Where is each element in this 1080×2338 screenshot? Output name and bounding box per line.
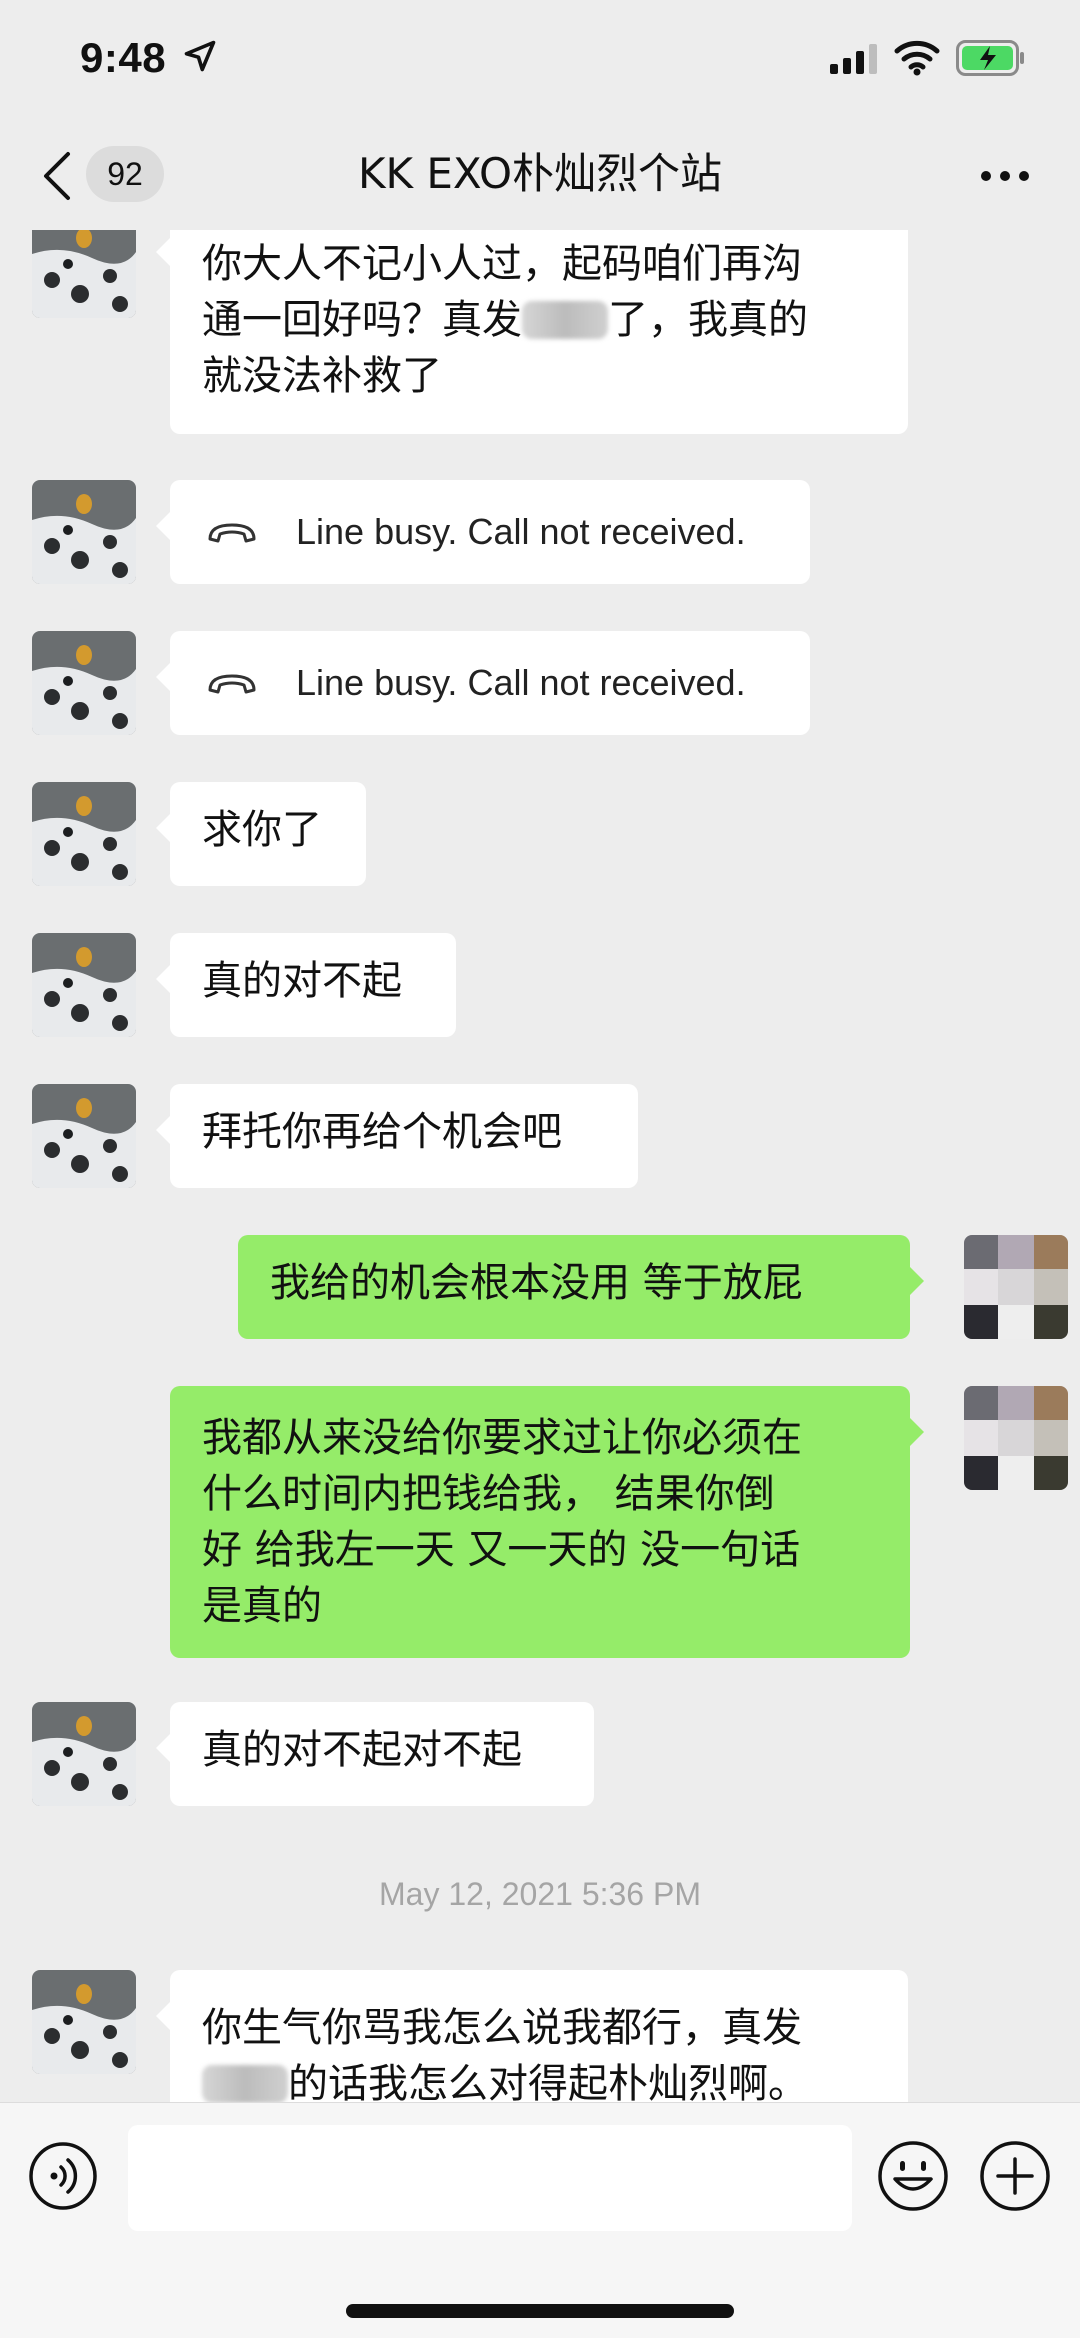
chat-header: 92 KK EXO朴灿烈个站 — [0, 120, 1080, 230]
message-text-line: 真的对不起对不起 — [202, 1727, 522, 1773]
contact-avatar[interactable] — [32, 480, 136, 584]
chat-title: KK EXO朴灿烈个站 — [357, 149, 723, 198]
contact-avatar[interactable] — [32, 782, 136, 886]
message-text-line: 求你了 — [202, 807, 322, 853]
message-text-line: 你生气你骂我怎么说我都行，真发 — [202, 2005, 802, 2051]
message-bubble-incoming[interactable]: 你生气你骂我怎么说我都行，真发 的话我怎么对得起朴灿烈啊。 — [156, 1970, 908, 2102]
location-arrow-icon — [184, 40, 216, 72]
phone-hangup-icon — [208, 523, 256, 543]
call-record-bubble[interactable]: Line busy. Call not received. — [156, 480, 810, 584]
contact-avatar[interactable] — [32, 1970, 136, 2074]
user-avatar[interactable] — [964, 1235, 1068, 1339]
message-text-line: 好 给我左一天 又一天的 没一句话 — [202, 1527, 801, 1573]
contact-avatar[interactable] — [32, 933, 136, 1037]
phone-hangup-icon — [208, 674, 256, 694]
message-text-line: 拜托你再给个机会吧 — [202, 1109, 562, 1155]
message-text-line: 我都从来没给你要求过让你必须在 — [202, 1415, 802, 1461]
message-text-line: 通一回好吗？真发 了，我真的 — [202, 297, 808, 343]
message-bubble-outgoing[interactable]: 我都从来没给你要求过让你必须在 什么时间内把钱给我， 结果你倒 好 给我左一天 … — [170, 1386, 924, 1658]
message-list[interactable]: 你大人不记小人过，起码咱们再沟 通一回好吗？真发 了，我真的 就没法补救了 Lin… — [0, 230, 1080, 2102]
message-text-line: 我给的机会根本没用 等于放屁 — [270, 1260, 803, 1306]
status-time: 9:48 — [80, 34, 167, 81]
message-text-line: 什么时间内把钱给我， 结果你倒 — [202, 1471, 775, 1517]
battery-charging-icon — [956, 40, 1024, 76]
message-bubble-incoming[interactable]: 你大人不记小人过，起码咱们再沟 通一回好吗？真发 了，我真的 就没法补救了 — [156, 230, 908, 434]
message-input[interactable] — [128, 2125, 852, 2231]
message-text-line: 就没法补救了 — [202, 353, 442, 399]
blurred-text — [202, 2065, 288, 2102]
message-bubble-incoming[interactable]: 真的对不起对不起 — [156, 1702, 594, 1806]
input-bar — [0, 2102, 1080, 2338]
message-bubble-incoming[interactable]: 拜托你再给个机会吧 — [156, 1084, 638, 1188]
message-bubble-outgoing[interactable]: 我给的机会根本没用 等于放屁 — [238, 1235, 924, 1339]
message-timestamp: May 12, 2021 5:36 PM — [379, 1876, 701, 1912]
call-status-text: Line busy. Call not received. — [296, 662, 746, 703]
wifi-icon — [894, 40, 940, 76]
message-bubble-incoming[interactable]: 真的对不起 — [156, 933, 456, 1037]
blurred-text — [522, 301, 608, 339]
message-bubble-incoming[interactable]: 求你了 — [156, 782, 366, 886]
emoji-icon[interactable] — [876, 2139, 950, 2213]
message-text-line: 是真的 — [202, 1583, 322, 1629]
contact-avatar[interactable] — [32, 230, 136, 318]
plus-icon[interactable] — [978, 2139, 1052, 2213]
call-status-text: Line busy. Call not received. — [296, 511, 746, 552]
call-record-bubble[interactable]: Line busy. Call not received. — [156, 631, 810, 735]
message-text-line: 你大人不记小人过，起码咱们再沟 — [202, 241, 802, 287]
home-indicator[interactable] — [346, 2304, 734, 2318]
message-text-line: 的话我怎么对得起朴灿烈啊。 — [202, 2061, 808, 2102]
user-avatar[interactable] — [964, 1386, 1068, 1490]
contact-avatar[interactable] — [32, 1702, 136, 1806]
cellular-signal-icon — [830, 44, 877, 74]
unread-count-badge[interactable]: 92 — [86, 146, 164, 202]
more-dots-icon[interactable] — [980, 170, 1030, 182]
message-text-line: 真的对不起 — [202, 958, 402, 1004]
voice-icon[interactable] — [28, 2141, 98, 2211]
status-bar: 9:48 — [0, 0, 1080, 120]
back-chevron-icon[interactable] — [40, 150, 72, 202]
contact-avatar[interactable] — [32, 631, 136, 735]
contact-avatar[interactable] — [32, 1084, 136, 1188]
